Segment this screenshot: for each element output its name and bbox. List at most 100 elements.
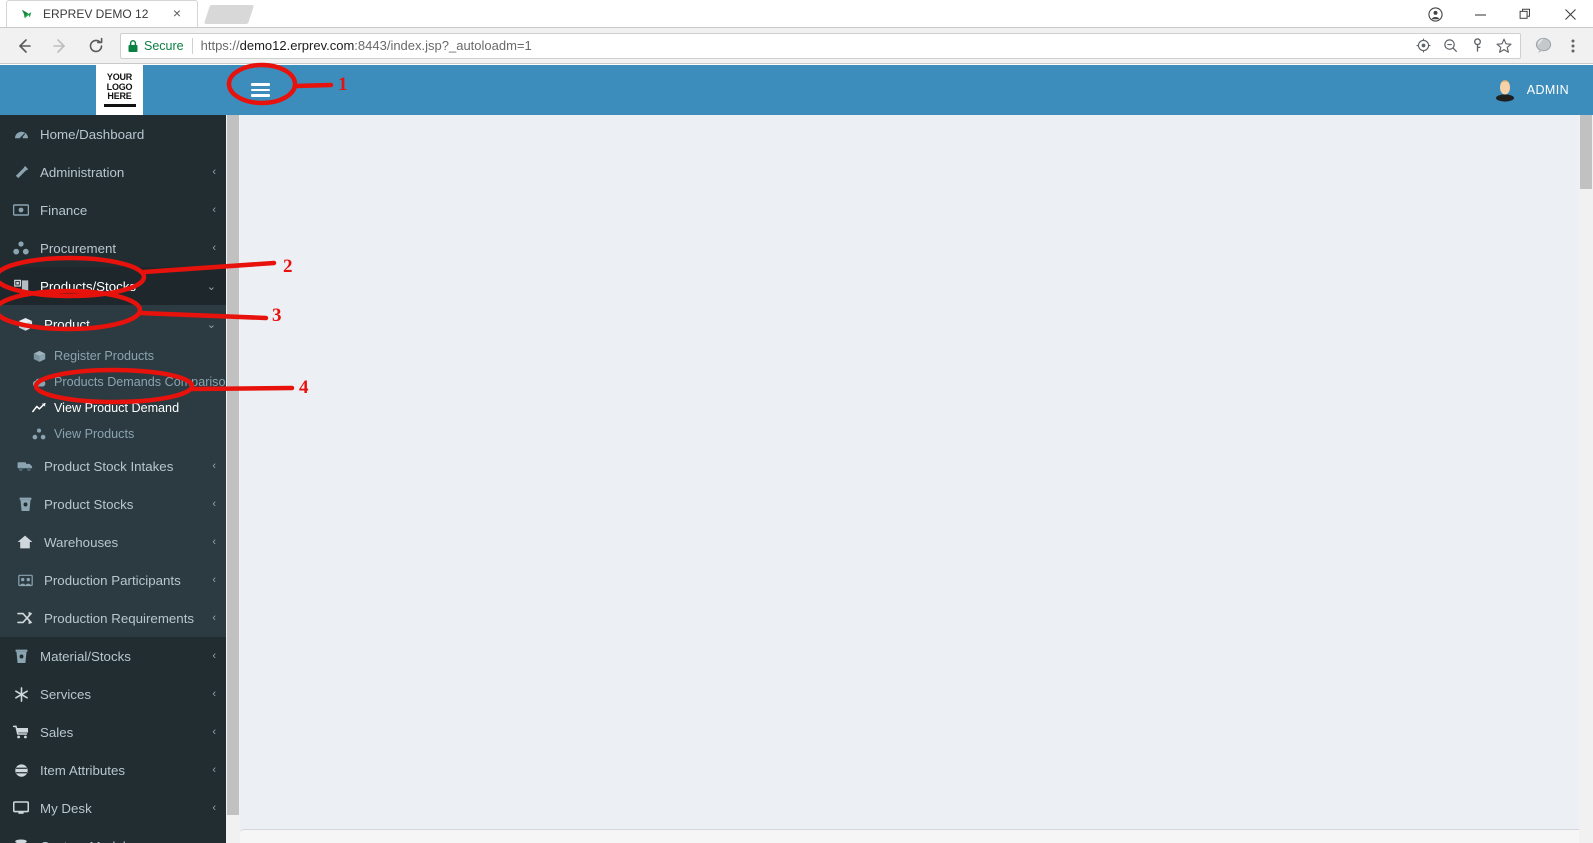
menu-kebab-icon[interactable] [1559, 32, 1587, 60]
sidebar-item-production-requirements[interactable]: Production Requirements ‹ [0, 599, 226, 637]
user-avatar-icon [1492, 77, 1518, 103]
hamburger-bars [250, 80, 270, 100]
sidebar-label: My Desk [40, 800, 92, 816]
sidebar-item-product[interactable]: Product ⌄ [0, 305, 226, 343]
sidebar-item-products-demands-comparison[interactable]: Products Demands Comparison [0, 369, 226, 395]
toolbar-right-icons [1527, 32, 1587, 60]
browser-toolbar: Secure https://demo12.erprev.com:8443/in… [0, 28, 1593, 64]
browser-window: ERPREV DEMO 12 × Secure https://demo12.e… [0, 0, 1593, 843]
url-host: demo12.erprev.com [239, 38, 355, 53]
chevron-left-icon: ‹ [212, 802, 216, 814]
chevron-down-icon: ⌄ [206, 280, 216, 293]
minimize-button[interactable] [1458, 0, 1503, 28]
database-icon [10, 838, 32, 843]
sidebar-label: Product Stocks [44, 496, 134, 512]
tab-title: ERPREV DEMO 12 [43, 7, 149, 21]
sidebar-item-products-stocks[interactable]: Products/Stocks ⌄ [0, 267, 226, 305]
sidebar-item-procurement[interactable]: Procurement ‹ [0, 229, 226, 267]
extension-icon[interactable] [1529, 32, 1557, 60]
chevron-left-icon: ‹ [212, 204, 216, 216]
maximize-restore-button[interactable] [1503, 0, 1548, 28]
chevron-left-icon: ‹ [212, 688, 216, 700]
products-stocks-submenu: Product ⌄ Register Products Products Dem… [0, 305, 226, 637]
page-scrollbar[interactable] [1579, 115, 1593, 843]
star-icon[interactable] [1496, 38, 1512, 54]
sidebar-label: Production Requirements [44, 610, 195, 626]
sidebar-item-administration[interactable]: Administration ‹ [0, 153, 226, 191]
chevron-left-icon: ‹ [212, 726, 216, 738]
sitemap-icon [10, 241, 32, 255]
zoom-out-icon[interactable] [1442, 38, 1458, 54]
wrench-icon [10, 165, 32, 180]
window-controls [1413, 0, 1593, 28]
close-window-button[interactable] [1548, 0, 1593, 28]
sidebar-item-custom-modules[interactable]: Custom Modules ‹ [0, 827, 226, 843]
chevron-left-icon: ‹ [212, 612, 216, 624]
truck-icon [14, 460, 36, 472]
cloud-icon [30, 377, 48, 388]
sidebar-navigation: Home/Dashboard Administration ‹ Finance … [0, 115, 226, 843]
url-text: https://demo12.erprev.com:8443/index.jsp… [201, 38, 532, 53]
sidebar-item-production-participants[interactable]: Production Participants ‹ [0, 561, 226, 599]
url-scheme: https:// [200, 38, 240, 53]
sidebar-item-services[interactable]: Services ‹ [0, 675, 226, 713]
product-submenu: Register Products Products Demands Compa… [0, 343, 226, 447]
sidebar-item-register-products[interactable]: Register Products [0, 343, 226, 369]
address-bar[interactable]: Secure https://demo12.erprev.com:8443/in… [120, 32, 1521, 59]
sidebar-item-product-stocks[interactable]: Product Stocks ‹ [0, 485, 226, 523]
chevron-left-icon: ‹ [212, 166, 216, 178]
dashboard-icon [10, 128, 32, 141]
tab-close-icon[interactable]: × [169, 6, 185, 22]
sidebar-label: Warehouses [44, 534, 119, 550]
sidebar-item-product-stock-intakes[interactable]: Product Stock Intakes ‹ [0, 447, 226, 485]
sidebar-item-view-products[interactable]: View Products [0, 421, 226, 447]
sidebar-item-item-attributes[interactable]: Item Attributes ‹ [0, 751, 226, 789]
boxes-icon [10, 279, 32, 293]
sidebar-label: Custom Modules [40, 839, 212, 843]
url-path: :8443/index.jsp?_autoloadm=1 [354, 38, 532, 53]
profile-account-icon[interactable] [1413, 0, 1458, 28]
header-user-area[interactable]: ADMIN [1492, 65, 1593, 115]
sidebar-label: Product [44, 316, 90, 332]
browser-tab[interactable]: ERPREV DEMO 12 × [6, 0, 198, 27]
new-tab-ghost[interactable] [203, 5, 255, 24]
sidebar-item-my-desk[interactable]: My Desk ‹ [0, 789, 226, 827]
home-icon [14, 535, 36, 549]
sidebar-label: Register Products [54, 349, 155, 363]
sidebar-item-view-product-demand[interactable]: View Product Demand [0, 395, 226, 421]
reload-button[interactable] [81, 31, 111, 61]
monitor-icon [10, 801, 32, 815]
forward-button[interactable] [45, 31, 75, 61]
sidebar-item-finance[interactable]: Finance ‹ [0, 191, 226, 229]
back-button[interactable] [9, 31, 39, 61]
sidebar-label: Sales [40, 724, 74, 740]
chevron-left-icon: ‹ [212, 460, 216, 472]
key-icon[interactable] [1469, 38, 1485, 54]
sidebar-label: Material/Stocks [40, 648, 131, 664]
chart-line-icon [30, 402, 48, 414]
trash-stack-icon [10, 649, 32, 664]
page-scrollbar-thumb[interactable] [1580, 115, 1592, 189]
chevron-left-icon: ‹ [212, 574, 216, 586]
asterisk-icon [10, 686, 32, 702]
chevron-left-icon: ‹ [212, 764, 216, 776]
sidebar-label: Home/Dashboard [40, 126, 145, 142]
app-logo[interactable]: YOUR LOGO HERE [96, 65, 143, 115]
app-body: Home/Dashboard Administration ‹ Finance … [0, 115, 1593, 843]
sidebar-scrollbar-thumb[interactable] [227, 115, 239, 815]
circle-layers-icon [10, 763, 32, 778]
sidebar-scrollbar[interactable] [226, 115, 240, 843]
sidebar-item-warehouses[interactable]: Warehouses ‹ [0, 523, 226, 561]
sidebar-label: Products Demands Comparison [54, 375, 226, 389]
omnibox-divider [191, 37, 193, 54]
sidebar-label: View Product Demand [54, 401, 180, 415]
sidebar-item-sales[interactable]: Sales ‹ [0, 713, 226, 751]
sidebar-item-home-dashboard[interactable]: Home/Dashboard [0, 115, 226, 153]
sidebar-item-material-stocks[interactable]: Material/Stocks ‹ [0, 637, 226, 675]
erp-application: YOUR LOGO HERE ADMIN Home/Dashboard Admi… [0, 65, 1593, 843]
target-icon[interactable] [1415, 38, 1431, 54]
tab-strip: ERPREV DEMO 12 × [0, 0, 255, 27]
hamburger-menu-icon[interactable] [237, 65, 283, 115]
money-icon [10, 204, 32, 216]
sidebar-label: Procurement [40, 240, 117, 256]
